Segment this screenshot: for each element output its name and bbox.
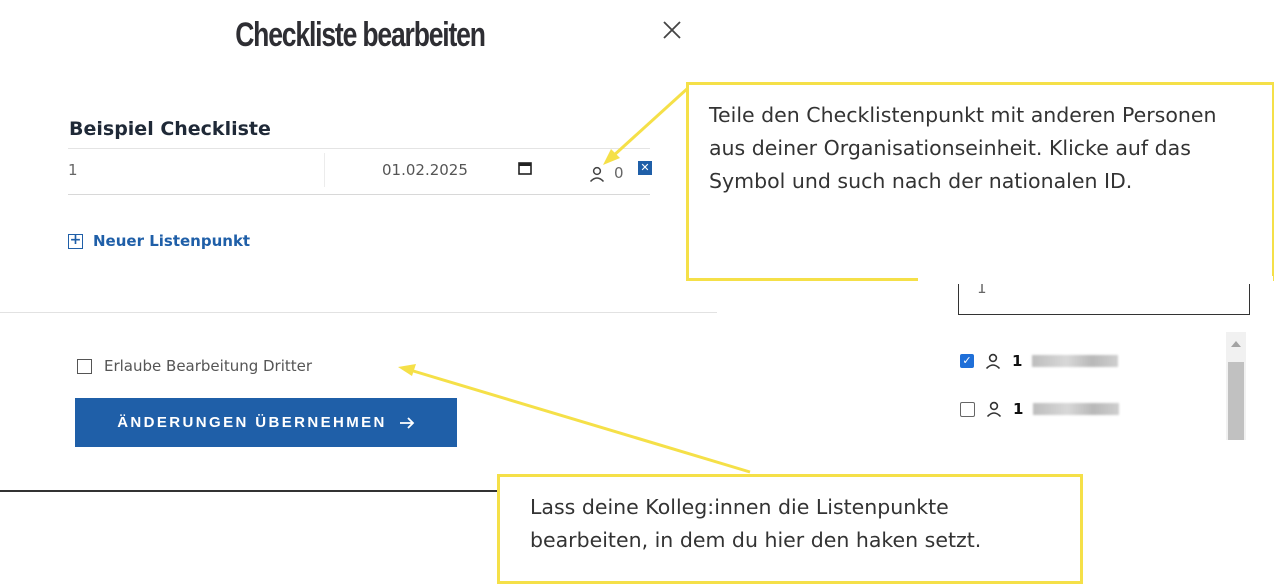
result-checkbox[interactable] bbox=[960, 401, 975, 417]
arrow-right-icon bbox=[399, 416, 415, 429]
scrollbar-thumb[interactable] bbox=[1228, 362, 1244, 440]
dialog-title: Checkliste bearbeiten bbox=[235, 16, 486, 54]
person-icon bbox=[986, 401, 1002, 418]
add-item-label: Neuer Listenpunkt bbox=[93, 232, 251, 250]
allow-third-party-checkbox[interactable] bbox=[77, 358, 92, 374]
share-result-item[interactable]: ✓ 1 bbox=[960, 352, 1118, 370]
add-item-button[interactable]: + Neuer Listenpunkt bbox=[68, 232, 250, 250]
redacted-name bbox=[1032, 355, 1118, 367]
allow-third-party-option: Erlaube Bearbeitung Dritter bbox=[77, 357, 312, 375]
allow-third-party-label: Erlaube Bearbeitung Dritter bbox=[104, 357, 313, 375]
share-hint-callout: Teile den Checklistenpunkt mit anderen P… bbox=[686, 82, 1274, 281]
person-icon[interactable] bbox=[588, 165, 606, 183]
calendar-icon[interactable] bbox=[517, 160, 533, 176]
plus-box-icon: + bbox=[68, 231, 83, 249]
checklist-item-row bbox=[68, 148, 650, 195]
result-checkbox-checked[interactable]: ✓ bbox=[960, 354, 974, 368]
x-square-icon[interactable]: ✕ bbox=[638, 161, 652, 175]
row-divider bbox=[324, 153, 325, 187]
share-count: 0 bbox=[614, 164, 624, 182]
close-icon[interactable] bbox=[660, 18, 684, 42]
apply-changes-label: ÄNDERUNGEN ÜBERNEHMEN bbox=[117, 414, 387, 431]
edit-hint-callout: Lass deine Kolleg:innen die Listenpunkte… bbox=[497, 474, 1083, 584]
callout-gap bbox=[918, 276, 1273, 284]
result-name: 1 bbox=[1012, 352, 1023, 370]
scroll-up-icon[interactable] bbox=[1231, 341, 1241, 347]
redacted-name bbox=[1033, 403, 1119, 415]
section-divider bbox=[0, 312, 717, 313]
person-icon bbox=[985, 353, 1001, 370]
checklist-title: Beispiel Checkliste bbox=[69, 118, 271, 140]
checklist-item-date[interactable]: 01.02.2025 bbox=[382, 161, 468, 179]
share-result-item[interactable]: 1 bbox=[960, 400, 1119, 418]
result-name: 1 bbox=[1013, 400, 1024, 418]
checklist-item-text[interactable]: 1 bbox=[68, 161, 78, 179]
apply-changes-button[interactable]: ÄNDERUNGEN ÜBERNEHMEN bbox=[75, 398, 457, 447]
